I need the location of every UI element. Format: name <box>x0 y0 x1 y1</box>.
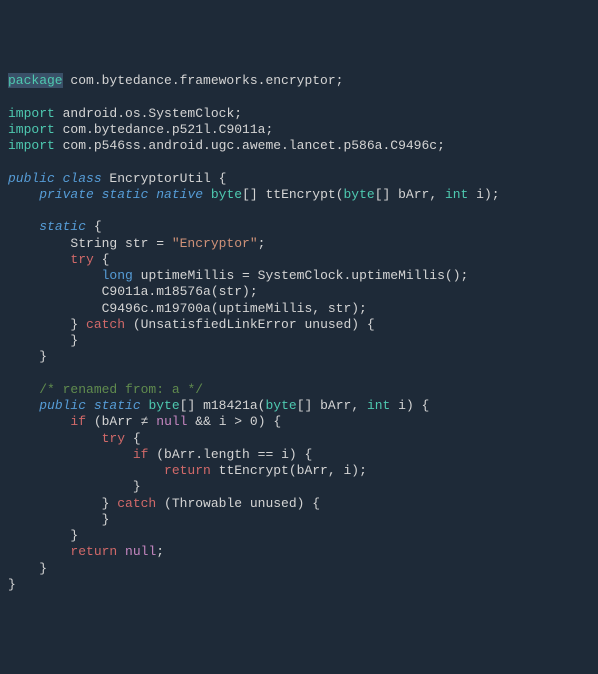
code-token: ttEncrypt(bArr, i); <box>211 463 367 478</box>
code-token: { <box>86 219 102 234</box>
code-token: com.p546ss.android.ugc.aweme.lancet.p586… <box>55 138 445 153</box>
code-token: android.os.SystemClock; <box>55 106 242 121</box>
code-token: } <box>8 317 86 332</box>
code-token: } <box>8 577 16 592</box>
code-token <box>8 431 102 446</box>
code-token: i > <box>211 414 250 429</box>
code-token: [] m18421a( <box>180 398 266 413</box>
code-token: String str = <box>8 236 172 251</box>
code-token: [] bArr, <box>375 187 445 202</box>
code-token <box>8 382 39 397</box>
code-token: { <box>125 431 141 446</box>
code-token: catch <box>86 317 125 332</box>
code-token <box>8 219 39 234</box>
code-token: package <box>8 73 63 88</box>
code-token: uptimeMillis = SystemClock.uptimeMillis(… <box>133 268 468 283</box>
code-token: ; <box>258 236 266 251</box>
code-token: i) { <box>273 447 312 462</box>
code-token: i); <box>468 187 499 202</box>
code-token: == <box>258 447 274 462</box>
code-token: "Encryptor" <box>172 236 258 251</box>
code-token <box>8 463 164 478</box>
code-token <box>8 398 39 413</box>
code-token: import <box>8 122 55 137</box>
code-token: i) { <box>390 398 429 413</box>
code-token: } <box>8 479 141 494</box>
code-token: com.bytedance.frameworks.encryptor; <box>63 73 344 88</box>
code-token: public static <box>39 398 140 413</box>
code-token: (bArr.length <box>148 447 257 462</box>
code-token: } <box>8 512 109 527</box>
code-token: null <box>125 544 156 559</box>
code-token <box>8 252 70 267</box>
code-token: static <box>39 219 86 234</box>
code-token: byte <box>148 398 179 413</box>
code-token: byte <box>344 187 375 202</box>
code-token: public class <box>8 171 102 186</box>
code-token: return <box>70 544 117 559</box>
code-token: && <box>195 414 211 429</box>
code-token <box>8 544 70 559</box>
code-token: ; <box>156 544 164 559</box>
code-token: } <box>8 528 78 543</box>
code-token: } <box>8 349 47 364</box>
code-token: (Throwable unused) { <box>156 496 320 511</box>
code-token: null <box>156 414 187 429</box>
code-token: 0 <box>250 414 258 429</box>
code-token: long <box>102 268 133 283</box>
code-token: import <box>8 106 55 121</box>
code-token: C9496c.m19700a(uptimeMillis, str); <box>8 301 367 316</box>
code-token: byte <box>211 187 242 202</box>
code-token: if <box>133 447 149 462</box>
code-token: import <box>8 138 55 153</box>
code-token: { <box>219 171 227 186</box>
code-token: int <box>367 398 390 413</box>
code-token: { <box>94 252 110 267</box>
code-token: } <box>8 333 78 348</box>
code-token: [] ttEncrypt( <box>242 187 343 202</box>
code-token: com.bytedance.p521l.C9011a; <box>55 122 273 137</box>
code-token <box>8 447 133 462</box>
code-token: return <box>164 463 211 478</box>
code-token: C9011a.m18576a(str); <box>8 284 258 299</box>
code-token: int <box>445 187 468 202</box>
code-token <box>8 187 39 202</box>
code-block: package com.bytedance.frameworks.encrypt… <box>8 73 590 593</box>
code-token <box>8 414 70 429</box>
code-token: catch <box>117 496 156 511</box>
code-token: ) { <box>258 414 281 429</box>
code-token: private static native <box>39 187 203 202</box>
code-token: if <box>70 414 86 429</box>
code-token: /* renamed from: a */ <box>39 382 203 397</box>
code-token <box>203 187 211 202</box>
code-token: (UnsatisfiedLinkError unused) { <box>125 317 375 332</box>
code-token: byte <box>266 398 297 413</box>
code-token: (bArr <box>86 414 141 429</box>
code-token: [] bArr, <box>297 398 367 413</box>
code-token: } <box>8 561 47 576</box>
code-token <box>117 544 125 559</box>
code-token: EncryptorUtil <box>102 171 219 186</box>
code-token: } <box>8 496 117 511</box>
code-token: try <box>102 431 125 446</box>
code-token: try <box>70 252 93 267</box>
code-token <box>8 268 102 283</box>
